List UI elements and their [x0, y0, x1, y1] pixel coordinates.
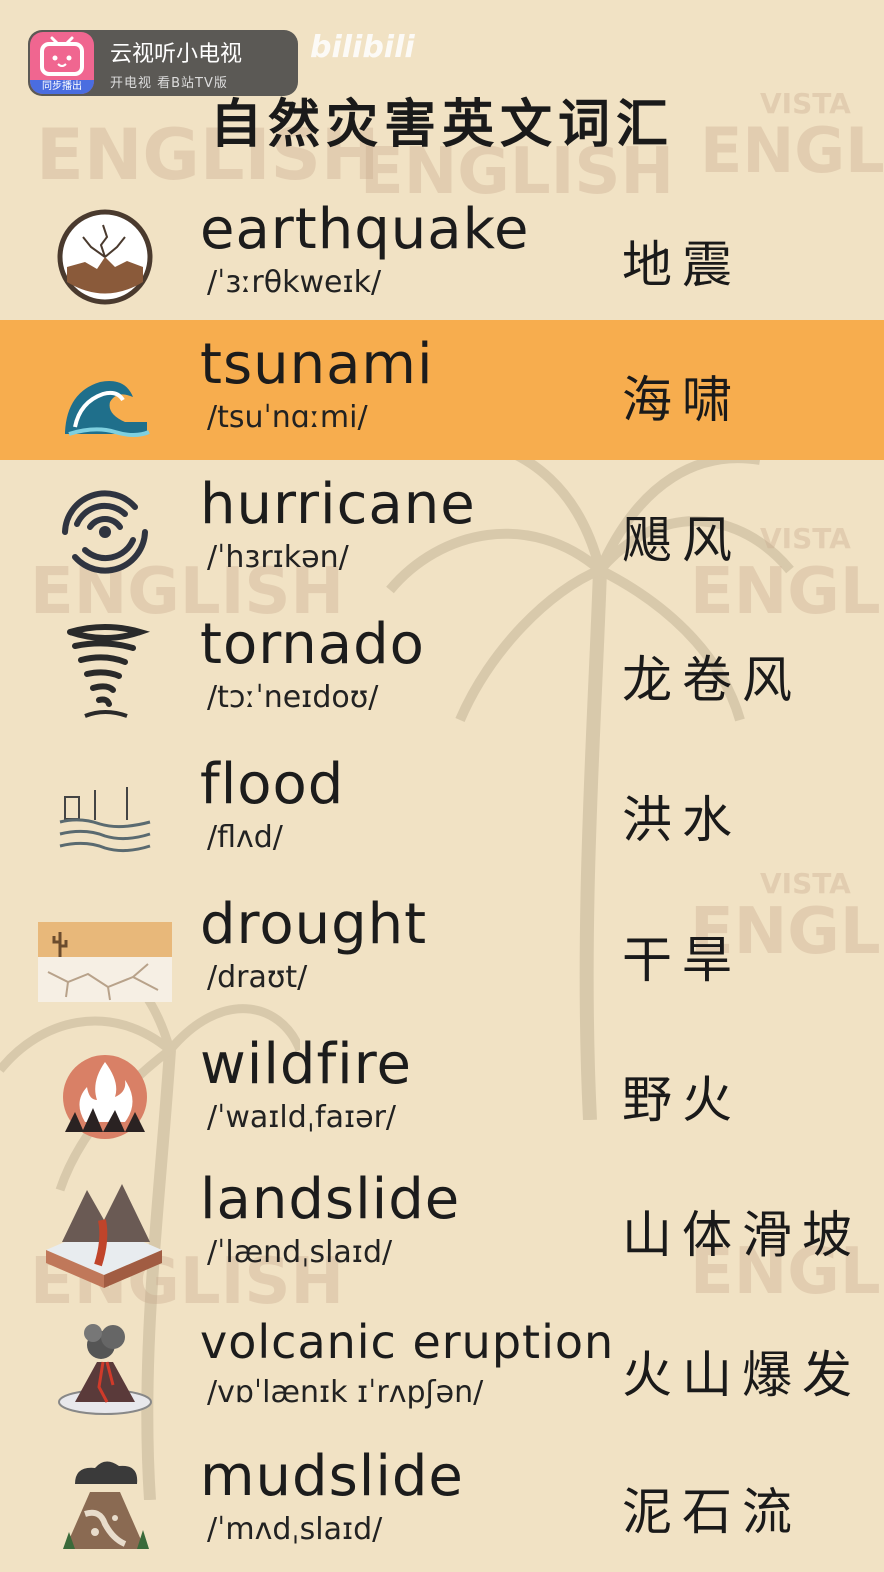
vocab-chinese: 野火	[622, 1071, 742, 1129]
vocab-row-tornado: tornado /tɔːˈneɪdoʊ/ 龙卷风	[0, 600, 884, 740]
volcano-icon	[58, 1324, 152, 1415]
flood-icon	[59, 787, 151, 853]
vocab-row-volcanic-eruption: volcanic eruption /vɒˈlænɪk ɪˈrʌpʃən/ 火山…	[0, 1295, 884, 1435]
vocab-row-mudslide: mudslide /ˈmʌdˌslaɪd/ 泥石流	[0, 1432, 884, 1572]
vocab-ipa: /tsuˈnɑːmi/	[207, 400, 368, 435]
vocab-chinese: 飓风	[622, 511, 742, 569]
vocab-chinese: 龙卷风	[622, 651, 802, 709]
vocab-ipa: /ˈwaɪldˌfaɪər/	[207, 1100, 397, 1135]
vocab-chinese: 地震	[622, 236, 742, 294]
vocab-ipa: /flʌd/	[207, 820, 283, 855]
page-title: 自然灾害英文词汇	[209, 94, 674, 155]
vocab-word: flood	[200, 752, 345, 817]
vocab-word: wildfire	[200, 1032, 412, 1097]
bilibili-watermark: bilibili	[310, 30, 415, 65]
hurricane-icon	[62, 490, 148, 574]
earthquake-icon	[57, 209, 153, 305]
drought-icon	[38, 922, 172, 1002]
vocab-word: hurricane	[200, 472, 476, 537]
vocab-row-earthquake: earthquake /ˈɜːrθkweɪk/ 地震	[0, 185, 884, 325]
tsunami-wave-icon	[65, 381, 150, 437]
vocab-row-landslide: landslide /ˈlændˌslaɪd/ 山体滑坡	[0, 1155, 884, 1295]
vocab-row-tsunami: tsunami /tsuˈnɑːmi/ 海啸	[0, 320, 884, 460]
vocab-ipa: /ˈɜːrθkweɪk/	[207, 265, 382, 300]
vocab-chinese: 山体滑坡	[622, 1206, 862, 1264]
vocab-word: landslide	[200, 1167, 461, 1232]
landslide-icon	[46, 1184, 162, 1288]
vocab-chinese: 海啸	[622, 371, 742, 429]
vocab-ipa: /ˈhɜrɪkən/	[207, 540, 349, 575]
vocab-row-drought: drought /draʊt/ 干旱	[0, 880, 884, 1020]
vocab-row-wildfire: wildfire /ˈwaɪldˌfaɪər/ 野火	[0, 1020, 884, 1160]
vocab-row-flood: flood /flʌd/ 洪水	[0, 740, 884, 880]
mudslide-icon	[63, 1461, 149, 1549]
vocab-chinese: 火山爆发	[622, 1346, 862, 1404]
vocab-ipa: /ˈmʌdˌslaɪd/	[207, 1512, 383, 1547]
vocab-chinese: 干旱	[622, 931, 742, 989]
vocab-word: earthquake	[200, 197, 530, 262]
vocab-word: tsunami	[200, 332, 434, 397]
vocab-chinese: 泥石流	[622, 1483, 802, 1541]
wildfire-icon	[63, 1055, 147, 1139]
vocab-word: mudslide	[200, 1444, 464, 1509]
vocab-ipa: /draʊt/	[207, 960, 308, 995]
vocab-word: drought	[200, 892, 428, 957]
vocab-ipa: /ˈlændˌslaɪd/	[207, 1235, 393, 1270]
vocab-row-hurricane: hurricane /ˈhɜrɪkən/ 飓风	[0, 460, 884, 600]
vocab-ipa: /vɒˈlænɪk ɪˈrʌpʃən/	[207, 1375, 484, 1410]
vocab-chinese: 洪水	[622, 791, 742, 849]
vocab-word: volcanic eruption	[200, 1315, 615, 1369]
badge-title: 云视听小电视	[110, 42, 243, 67]
vocab-word: tornado	[200, 612, 425, 677]
vocab-ipa: /tɔːˈneɪdoʊ/	[207, 680, 379, 715]
tornado-icon	[67, 624, 151, 718]
